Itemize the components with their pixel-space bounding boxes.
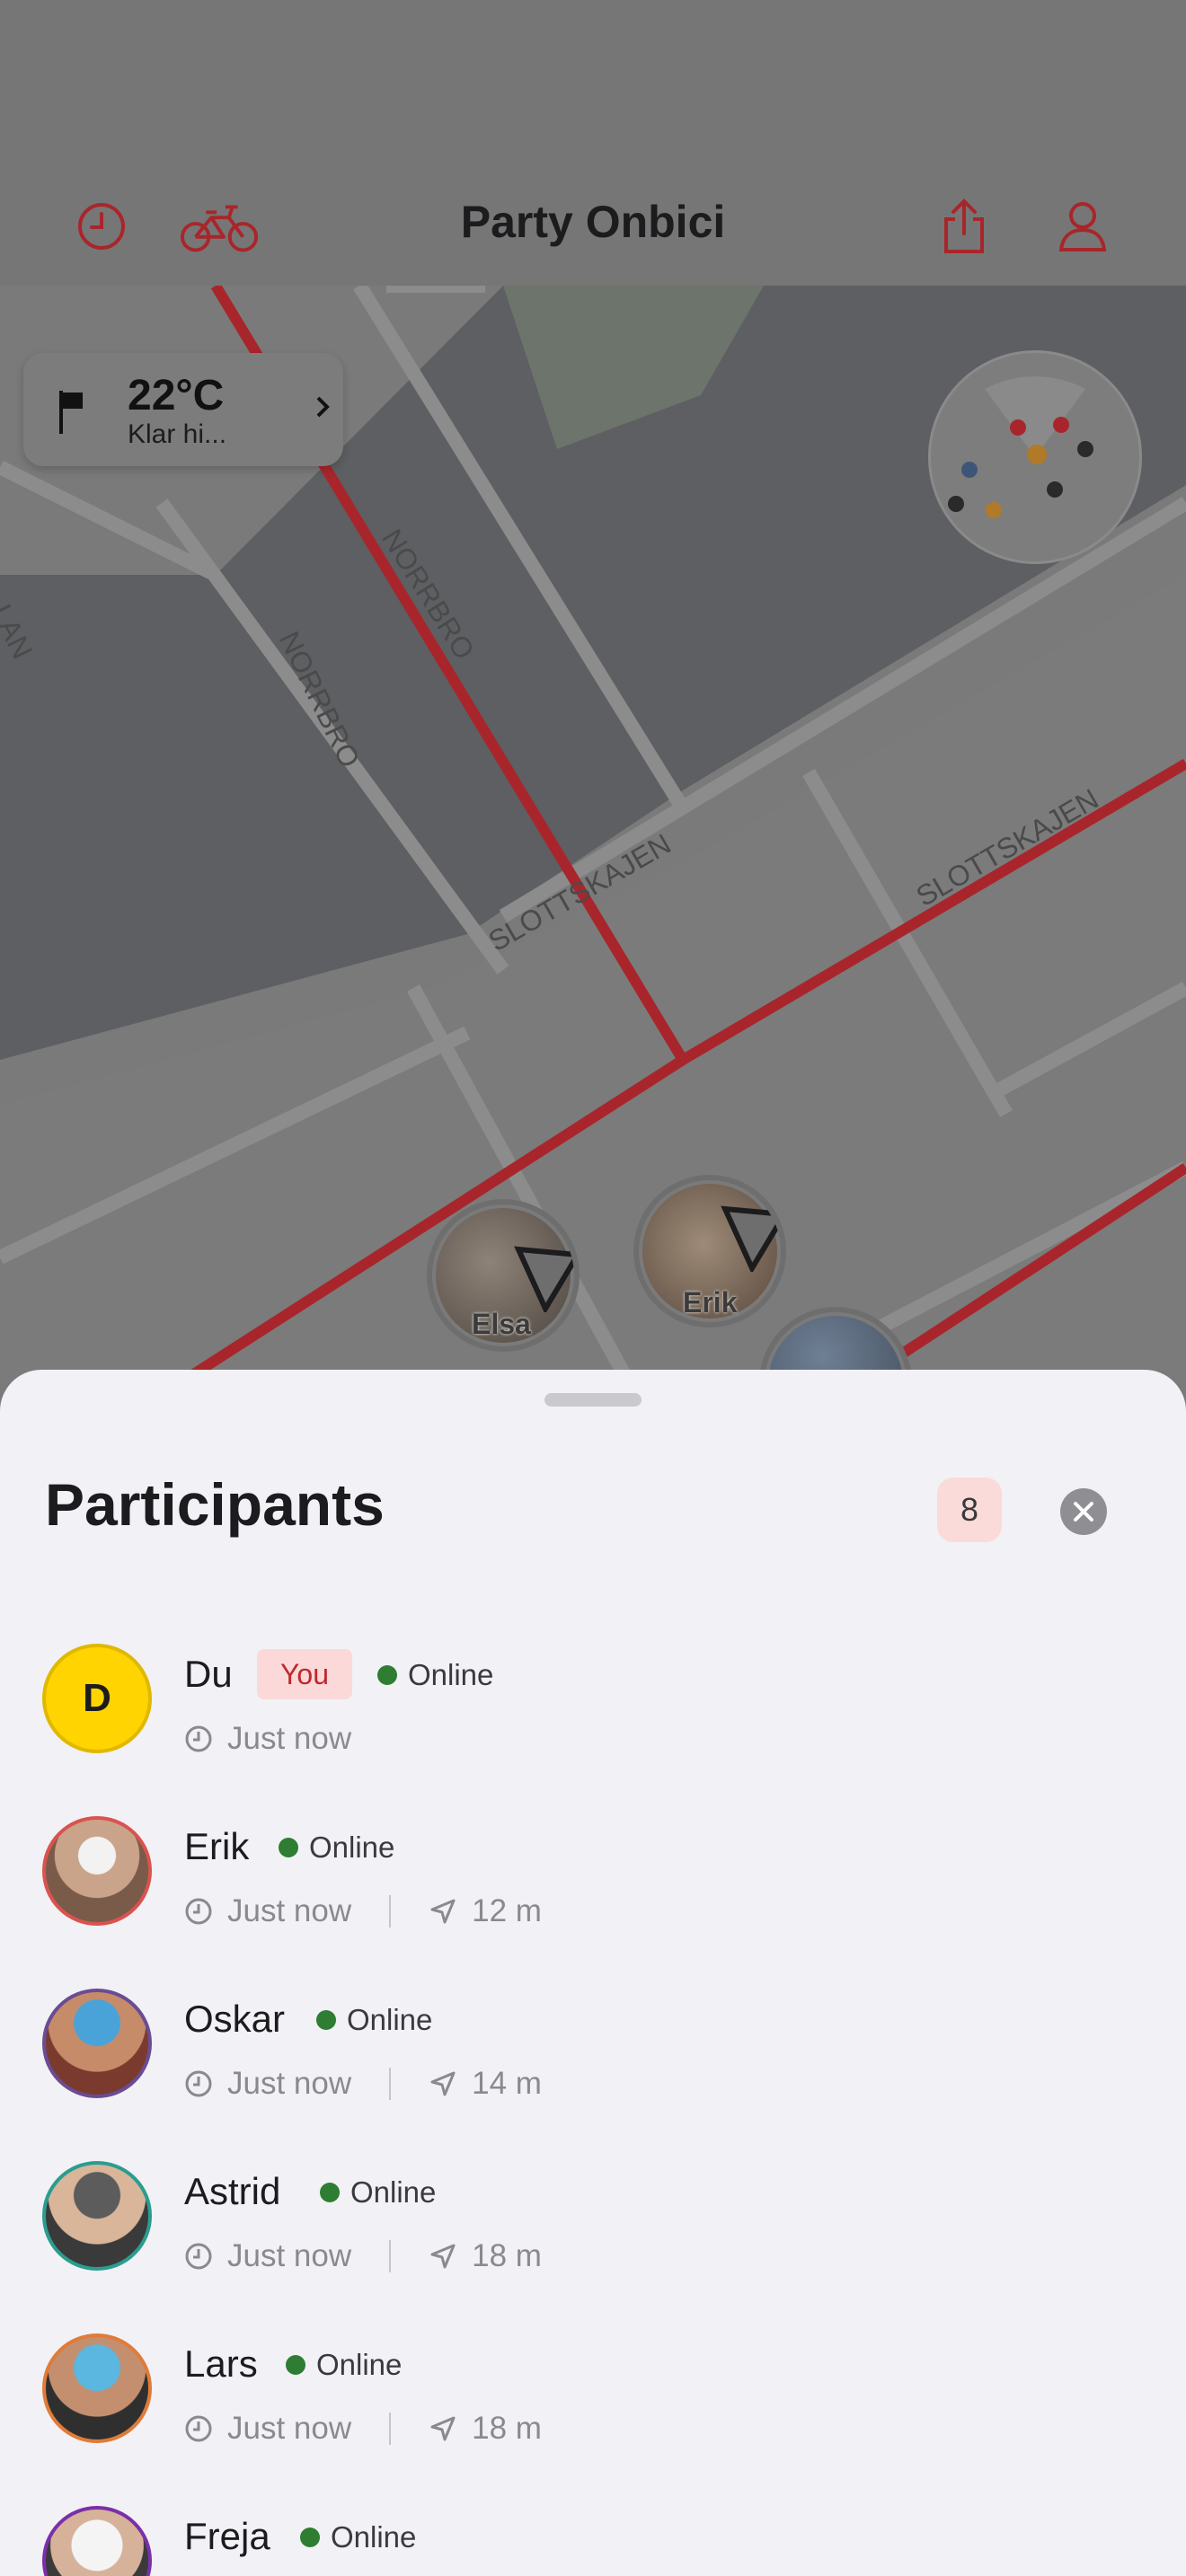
- participant-meta: Just now 14 m: [184, 2066, 542, 2102]
- participant-row-oskar[interactable]: Oskar Online Just now 14 m: [0, 1987, 1186, 2159]
- page-title: Party Onbici: [460, 197, 726, 247]
- close-icon: [1074, 1502, 1093, 1522]
- participant-count-badge: 8: [937, 1478, 1002, 1542]
- last-seen: Just now: [227, 2411, 352, 2446]
- marker-label-erik: Erik: [683, 1286, 738, 1319]
- participant-name: Freja: [184, 2515, 270, 2557]
- online-status: Online: [279, 1831, 394, 1865]
- participant-name: Astrid: [184, 2170, 281, 2212]
- distance: 14 m: [472, 2066, 542, 2101]
- share-button[interactable]: [924, 186, 1005, 267]
- participant-meta: Just now 12 m: [184, 1893, 542, 1929]
- online-dot: [377, 1665, 397, 1685]
- share-icon: [944, 198, 984, 253]
- weather-temperature: 22°C: [128, 372, 225, 419]
- sheet-grabber[interactable]: [544, 1393, 642, 1407]
- avatar: [42, 1816, 152, 1926]
- direction-arrow-icon: [721, 1205, 781, 1272]
- participant-row-freja[interactable]: Freja Online: [0, 2504, 1186, 2576]
- online-status: Online: [316, 2003, 432, 2037]
- close-button[interactable]: [1060, 1488, 1107, 1535]
- chevron-right-icon: [316, 396, 330, 418]
- participant-name: Du: [184, 1653, 233, 1695]
- last-seen: Just now: [227, 2066, 352, 2101]
- participant-name: Lars: [184, 2342, 258, 2385]
- top-navigation-bar: Party Onbici: [0, 0, 1186, 286]
- last-seen: Just now: [227, 1893, 352, 1928]
- clock-icon: [185, 2243, 212, 2270]
- avatar: [42, 2506, 152, 2576]
- meta-divider: [389, 1895, 392, 1928]
- clock-icon: [185, 1725, 212, 1752]
- participant-row-du[interactable]: D Du You Online Just now: [0, 1642, 1186, 1814]
- online-dot: [300, 2527, 320, 2547]
- marker-label-elsa: Elsa: [472, 1308, 531, 1340]
- online-status: Online: [320, 2175, 436, 2210]
- meta-divider: [389, 2068, 392, 2100]
- profile-icon: [1058, 202, 1107, 251]
- clock-icon: [185, 2415, 212, 2442]
- avatar-initial: D: [83, 1676, 111, 1720]
- meta-divider: [389, 2413, 392, 2445]
- online-dot: [320, 2183, 340, 2202]
- clock-icon: [185, 1898, 212, 1925]
- status-label: Online: [331, 2520, 417, 2554]
- sheet-title: Participants: [45, 1471, 385, 1538]
- online-dot: [286, 2355, 305, 2375]
- distance: 12 m: [472, 1893, 542, 1928]
- online-status: Online: [377, 1658, 493, 1692]
- location-arrow-icon: [430, 2071, 456, 2096]
- location-arrow-icon: [430, 1899, 456, 1924]
- participant-meta: Just now 18 m: [184, 2238, 542, 2274]
- status-label: Online: [408, 1658, 494, 1691]
- direction-arrow-icon: [514, 1246, 574, 1312]
- distance: 18 m: [472, 2411, 542, 2446]
- flag-icon: [59, 391, 83, 434]
- distance: 18 m: [472, 2238, 542, 2273]
- participant-row-erik[interactable]: Erik Online Just now 12 m: [0, 1814, 1186, 1987]
- participant-name: Oskar: [184, 1998, 286, 2040]
- participant-row-lars[interactable]: Lars Online Just now 18 m: [0, 2332, 1186, 2504]
- status-label: Online: [347, 2003, 433, 2036]
- participant-name: Erik: [184, 1825, 250, 1867]
- online-dot: [316, 2010, 336, 2030]
- radar-plot: [948, 376, 1093, 518]
- participant-row-astrid[interactable]: Astrid Online Just now 18 m: [0, 2159, 1186, 2332]
- clock-icon: [185, 2070, 212, 2097]
- participant-radar[interactable]: [928, 350, 1142, 564]
- status-label: Online: [309, 1831, 395, 1864]
- weather-condition: Klar hi...: [128, 419, 227, 449]
- online-dot: [279, 1838, 298, 1857]
- participant-meta: Just now 18 m: [184, 2411, 542, 2447]
- status-label: Online: [316, 2348, 403, 2381]
- avatar: [42, 2161, 152, 2271]
- online-status: Online: [300, 2520, 416, 2554]
- last-seen: Just now: [227, 2238, 352, 2273]
- meta-divider: [389, 2240, 392, 2272]
- participants-sheet: Participants 8 D Du You Online Just now: [0, 1370, 1186, 2576]
- profile-button[interactable]: [1042, 186, 1123, 267]
- status-label: Online: [350, 2175, 437, 2209]
- online-status: Online: [286, 2348, 402, 2382]
- avatar: D: [42, 1644, 152, 1753]
- avatar: [42, 2333, 152, 2443]
- avatar: [42, 1989, 152, 2098]
- location-arrow-icon: [430, 2416, 456, 2441]
- participant-meta: Just now: [184, 1721, 351, 1757]
- last-seen: Just now: [227, 1721, 352, 1756]
- app-screen: NORRBRO NORRBRO SLOTTSKAJEN SLOTTSKAJEN …: [0, 0, 1186, 2576]
- you-badge: You: [257, 1649, 352, 1699]
- weather-chip[interactable]: 22°C Klar hi...: [23, 353, 343, 466]
- location-arrow-icon: [430, 2244, 456, 2269]
